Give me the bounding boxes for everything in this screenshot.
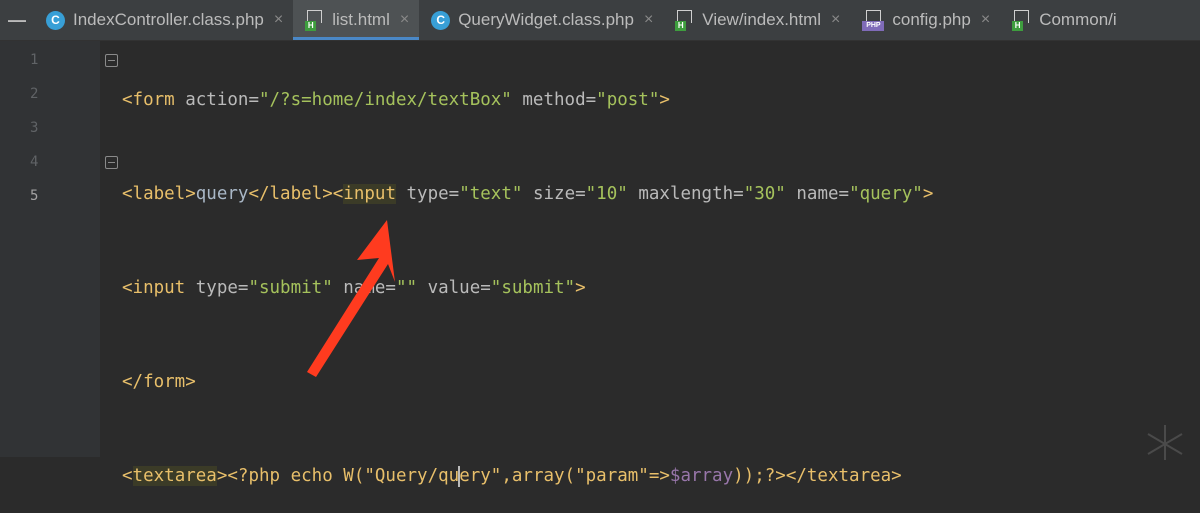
- html-file-icon: H: [1012, 9, 1031, 31]
- html-file-icon: H: [305, 9, 324, 31]
- code-editor[interactable]: <form action="/?s=home/index/textBox" me…: [122, 43, 1192, 513]
- tab-label: QueryWidget.class.php: [458, 10, 634, 29]
- matched-tag-highlight: textarea: [132, 466, 217, 486]
- fold-collapse-icon[interactable]: [105, 54, 118, 67]
- close-icon[interactable]: ×: [274, 11, 283, 29]
- line-number-current: 5: [30, 188, 39, 204]
- tab-label: list.html: [332, 10, 390, 29]
- line-number-gutter[interactable]: 1 2 3 4 5: [0, 41, 100, 457]
- line-number: 2: [30, 86, 39, 102]
- close-icon[interactable]: ×: [400, 11, 409, 29]
- tab-list-html[interactable]: H list.html ×: [293, 0, 420, 40]
- line-number: 1: [30, 52, 39, 68]
- tab-index-controller[interactable]: C IndexController.class.php ×: [34, 0, 293, 40]
- close-icon[interactable]: ×: [831, 11, 840, 29]
- snowflake-watermark-icon: [1147, 425, 1183, 460]
- code-line-1: <form action="/?s=home/index/textBox" me…: [122, 90, 670, 110]
- fold-collapse-icon[interactable]: [105, 156, 118, 169]
- editor-tab-bar: — C IndexController.class.php × H list.h…: [0, 0, 1200, 41]
- line-number: 4: [30, 154, 39, 170]
- line-number: 3: [30, 120, 39, 136]
- tab-label: Common/i: [1039, 10, 1117, 29]
- tab-view-index[interactable]: H View/index.html ×: [663, 0, 850, 40]
- code-line-3: <input type="submit" name="" value="subm…: [122, 278, 586, 298]
- tab-label: View/index.html: [702, 10, 822, 29]
- tab-common-index[interactable]: H Common/i: [1000, 0, 1126, 40]
- php-class-icon: C: [431, 10, 451, 30]
- code-line-5: <textarea><?php echo W("Query/query",arr…: [122, 465, 902, 487]
- tab-query-widget[interactable]: C QueryWidget.class.php ×: [419, 0, 663, 40]
- close-icon[interactable]: ×: [644, 11, 653, 29]
- code-line-4: </form>: [122, 372, 196, 392]
- tab-menu-icon[interactable]: —: [0, 0, 34, 40]
- php-class-icon: C: [46, 10, 65, 30]
- php-file-icon: PHP: [862, 9, 885, 31]
- tab-config-php[interactable]: PHP config.php ×: [850, 0, 1000, 40]
- html-file-icon: H: [675, 9, 694, 31]
- code-line-2: <label>query</label><input type="text" s…: [122, 184, 934, 204]
- red-arrow-icon: [307, 220, 395, 377]
- close-icon[interactable]: ×: [981, 11, 990, 29]
- matched-tag-highlight: input: [343, 184, 396, 204]
- tab-label: IndexController.class.php: [73, 10, 264, 29]
- tab-label: config.php: [892, 10, 971, 29]
